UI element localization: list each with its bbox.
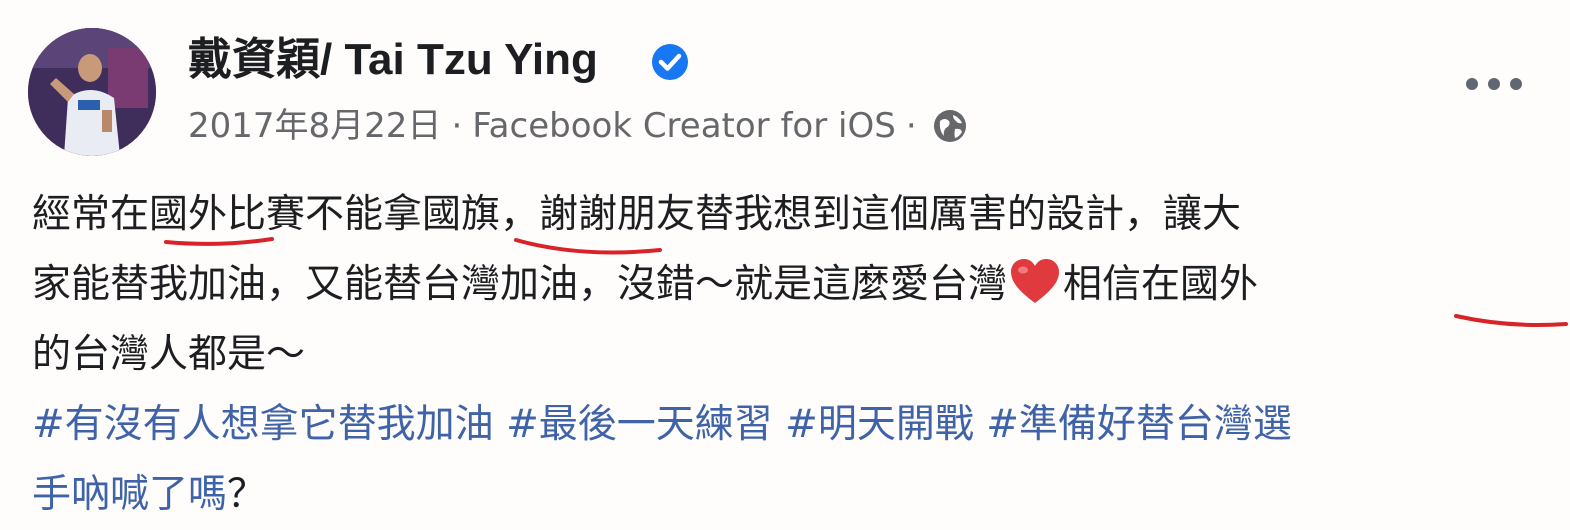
avatar-photo <box>28 28 156 156</box>
more-options-icon[interactable] <box>1462 72 1526 96</box>
globe-icon[interactable] <box>931 107 969 145</box>
red-heart-emoji <box>1011 259 1060 303</box>
post-text-line: 家能替我加油，又能替台灣加油，沒錯～就是這麼愛台灣 相信在國外 <box>32 250 1562 320</box>
avatar[interactable] <box>28 28 156 156</box>
facebook-post: 戴資穎/ Tai Tzu Ying 2017年8月22日 · Facebook … <box>0 0 1570 520</box>
post-date[interactable]: 2017年8月22日 <box>188 98 441 154</box>
meta-separator: · <box>451 106 463 146</box>
author-name[interactable]: 戴資穎/ Tai Tzu Ying <box>188 30 598 90</box>
post-text: 經常在國外比賽不能拿國旗，謝謝朋友替我想到這個厲害的設計，讓大 <box>32 192 1242 237</box>
hashtag-link[interactable]: 手吶喊了嗎 <box>32 472 227 517</box>
post-text: 相信在國外 <box>1063 262 1259 307</box>
hashtag-line: #有沒有人想拿它替我加油 #最後一天練習 #明天開戰 #準備好替台灣選 <box>32 390 1562 460</box>
post-meta: 2017年8月22日 · Facebook Creator for iOS · <box>188 98 969 154</box>
post-source-app[interactable]: Facebook Creator for iOS <box>472 98 896 154</box>
meta-separator: · <box>905 106 917 146</box>
trailing-punctuation: ？ <box>227 472 267 517</box>
post-body: 經常在國外比賽不能拿國旗，謝謝朋友替我想到這個厲害的設計，讓大 家能替我加油，又… <box>32 180 1562 530</box>
post-text: 家能替我加油，又能替台灣加油，沒錯～就是這麼愛台灣 <box>32 262 1008 307</box>
post-text: 的台灣人都是～ <box>32 332 306 377</box>
hashtag-link[interactable]: #有沒有人想拿它替我加油 #最後一天練習 #明天開戰 #準備好替台灣選 <box>32 402 1292 447</box>
verified-badge-icon <box>652 44 688 80</box>
post-text-line: 經常在國外比賽不能拿國旗，謝謝朋友替我想到這個厲害的設計，讓大 <box>32 180 1562 250</box>
post-text-line: 的台灣人都是～ <box>32 320 1562 390</box>
